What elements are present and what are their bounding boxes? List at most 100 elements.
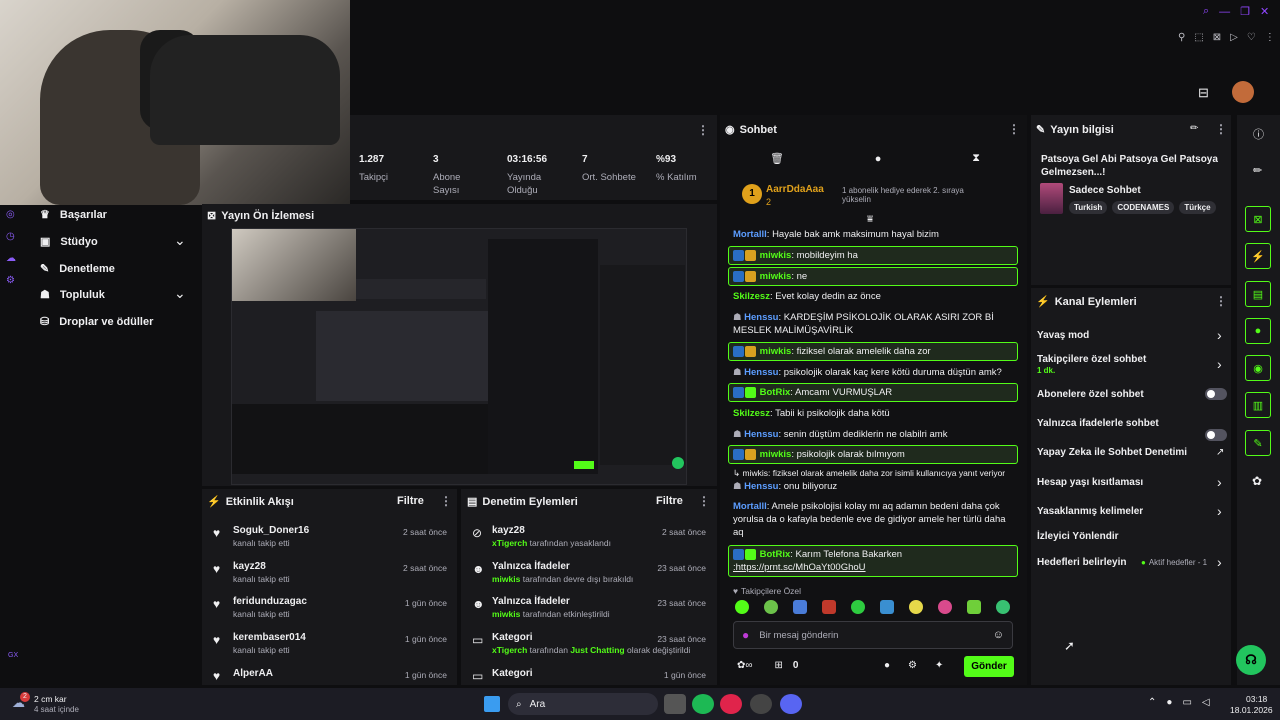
shield-icon[interactable]: ⊠ [1213,32,1221,43]
tag[interactable]: CODENAMES [1112,201,1175,214]
more-icon[interactable]: ⋮ [1215,122,1227,136]
chat-message[interactable]: miwkis: mobildeyim ha [728,246,1018,265]
dock-notes-button[interactable]: ▤ [1245,281,1271,307]
chat-message[interactable]: ☗ Henssu: senin düştüm dediklerin ne ola… [728,428,1018,441]
chat-message[interactable]: Mortalll: Hayale bak amk maksimum hayal … [728,228,1018,241]
play-icon[interactable]: ▷ [1230,32,1238,43]
external-link-icon[interactable]: ↗ [1216,447,1224,458]
nav-studio[interactable]: ▣ Stüdyo [40,235,98,248]
crop-icon[interactable]: ⬚ [1194,32,1203,43]
more-icon[interactable]: ⋮ [698,494,710,508]
emote-picker-icon[interactable]: ✦ [935,660,943,671]
tag[interactable]: Turkish [1069,201,1108,214]
rail-icon[interactable]: ⚙ [6,270,20,292]
chevron-right-icon[interactable]: › [1217,356,1222,372]
dock-tools-button[interactable]: ✎ [1245,430,1271,456]
trash-icon[interactable]: 🗑 [770,152,784,165]
chat-message[interactable]: Skilzesz: Tabii ki psikolojik daha kötü [728,407,1018,420]
moderation-item[interactable]: ☻ Yalnızca İfadeler miwkis tarafından etki… [472,596,706,619]
action-slow-mode[interactable]: Yavaş mod [1037,330,1089,341]
action-goals[interactable]: Hedefleri belirleyin [1037,557,1126,568]
start-icon[interactable] [484,696,500,712]
chat-link[interactable]: :https://prnt.sc/MhOaYt00GhoU [733,562,866,573]
mic-icon[interactable]: ● [1166,697,1172,708]
emote-icon[interactable] [967,600,981,614]
pin-icon[interactable]: ⩸ [867,214,873,225]
activity-filter-button[interactable]: Filtre [397,495,424,507]
dock-users-icon[interactable]: ✿ [1252,474,1262,488]
emoji-icon[interactable]: ☺ [993,629,1004,641]
reply-reference[interactable]: ↳ miwkis: fiziksel olarak amelelik daha … [728,467,1018,480]
emotes-only-toggle[interactable] [1205,429,1227,441]
pin-icon[interactable]: ⚲ [1178,32,1185,43]
app-icon[interactable] [750,694,772,714]
emote-icon[interactable] [764,600,778,614]
subscribers-only-toggle[interactable] [1205,388,1227,400]
action-followers-only[interactable]: Takipçilere özel sohbet [1037,354,1146,365]
action-raid[interactable]: İzleyici Yönlendir [1037,531,1119,542]
close-icon[interactable]: ✕ [1260,5,1269,18]
chat-message[interactable]: miwkis: ne [728,267,1018,286]
hourglass-icon[interactable]: ⧗ [972,152,980,165]
tag[interactable]: Türkçe [1179,201,1216,214]
dock-broadcast-button[interactable]: ◉ [1245,355,1271,381]
spotify-icon[interactable] [692,694,714,714]
emote-icon[interactable] [996,600,1010,614]
emote-icon[interactable] [735,600,749,614]
more-icon[interactable]: ⋮ [440,494,452,508]
chat-message[interactable]: BotRix: Karım Telefona Bakarken:https://… [728,545,1018,577]
nav-moderation[interactable]: ✎ Denetleme [40,262,115,275]
dock-moderation-button[interactable]: ▥ [1245,392,1271,418]
chat-message[interactable]: ☗ Henssu: onu biliyoruz [728,480,1018,493]
dock-preview-button[interactable]: ⊠ [1245,206,1271,232]
chevron-right-icon[interactable]: › [1217,503,1222,519]
chevron-down-icon[interactable]: ⌄ [174,232,186,249]
stream-preview[interactable] [231,228,687,485]
action-emotes-only[interactable]: Yalnızca ifadelerle sohbet [1037,418,1159,429]
avatar[interactable] [1232,81,1254,103]
clock-date[interactable]: 18.01.2026 [1230,705,1273,715]
chat-bubble-icon[interactable]: ● [875,153,882,165]
rail-icon[interactable]: ◷ [6,226,20,248]
activity-item[interactable]: ♥ feridunduzagac kanalı takip etti 1 gün ön… [213,596,447,619]
moderation-filter-button[interactable]: Filtre [656,495,683,507]
nav-drops[interactable]: ⛁ Droplar ve ödüller [40,315,153,328]
display-icon[interactable]: ▭ [1182,697,1191,708]
dock-activity-button[interactable]: ⚡ [1245,243,1271,269]
edit-icon[interactable]: ✏ [1190,123,1198,134]
chat-message[interactable]: Skilzesz: Evet kolay dedin az önce [728,290,1018,303]
emote-icon[interactable] [938,600,952,614]
gift-icon[interactable]: ⊟ [1198,85,1209,101]
info-icon[interactable]: ⓘ [1253,126,1264,142]
chat-message[interactable]: ☗ Henssu: KARDEŞİM PSİKOLOJİK OLARAK ASI… [728,311,1018,337]
chevron-right-icon[interactable]: › [1217,554,1222,570]
chat-message[interactable]: ☗ Henssu: psikolojik olarak kaç kere köt… [728,366,1018,379]
emote-icon[interactable] [909,600,923,614]
more-icon[interactable]: ⋮ [1265,32,1275,43]
moderation-item[interactable]: ▭ Kategori 1 gün önce [472,668,706,683]
pencil-icon[interactable]: ✏ [1253,164,1262,177]
chat-input[interactable]: ● Bir mesaj gönderin ☺ [733,621,1013,649]
emote-icon[interactable] [851,600,865,614]
file-explorer-icon[interactable] [664,694,686,714]
action-banned-words[interactable]: Yasaklanmış kelimeler [1037,506,1143,517]
mic-icon[interactable]: ● [742,628,749,642]
nav-community[interactable]: ☗ Topluluk [40,288,105,301]
chevron-down-icon[interactable]: ⌄ [174,285,186,302]
category-thumbnail[interactable] [1040,183,1063,214]
heart-icon[interactable]: ♡ [1247,32,1256,43]
chevron-up-icon[interactable]: ⌃ [1148,697,1156,708]
more-icon[interactable]: ⋮ [1215,294,1227,308]
search-icon[interactable]: ⌕ [1203,5,1209,18]
moderation-item[interactable]: ▭ Kategori xTigerch tarafından Just Chatti… [472,632,706,655]
activity-item[interactable]: ♥ Soguk_Doner16 kanalı takip etti 2 saat ön… [213,525,447,548]
action-account-age[interactable]: Hesap yaşı kısıtlaması [1037,477,1143,488]
chevron-right-icon[interactable]: › [1217,327,1222,343]
chat-bubble-icon[interactable]: ● [884,660,890,671]
emote-icon[interactable] [793,600,807,614]
volume-icon[interactable]: ◁ [1202,697,1210,708]
points-icon[interactable]: ✿∞ [737,660,753,671]
chevron-right-icon[interactable]: › [1217,474,1222,490]
help-button[interactable]: ☊ [1236,645,1266,675]
more-icon[interactable]: ⋮ [697,123,709,137]
